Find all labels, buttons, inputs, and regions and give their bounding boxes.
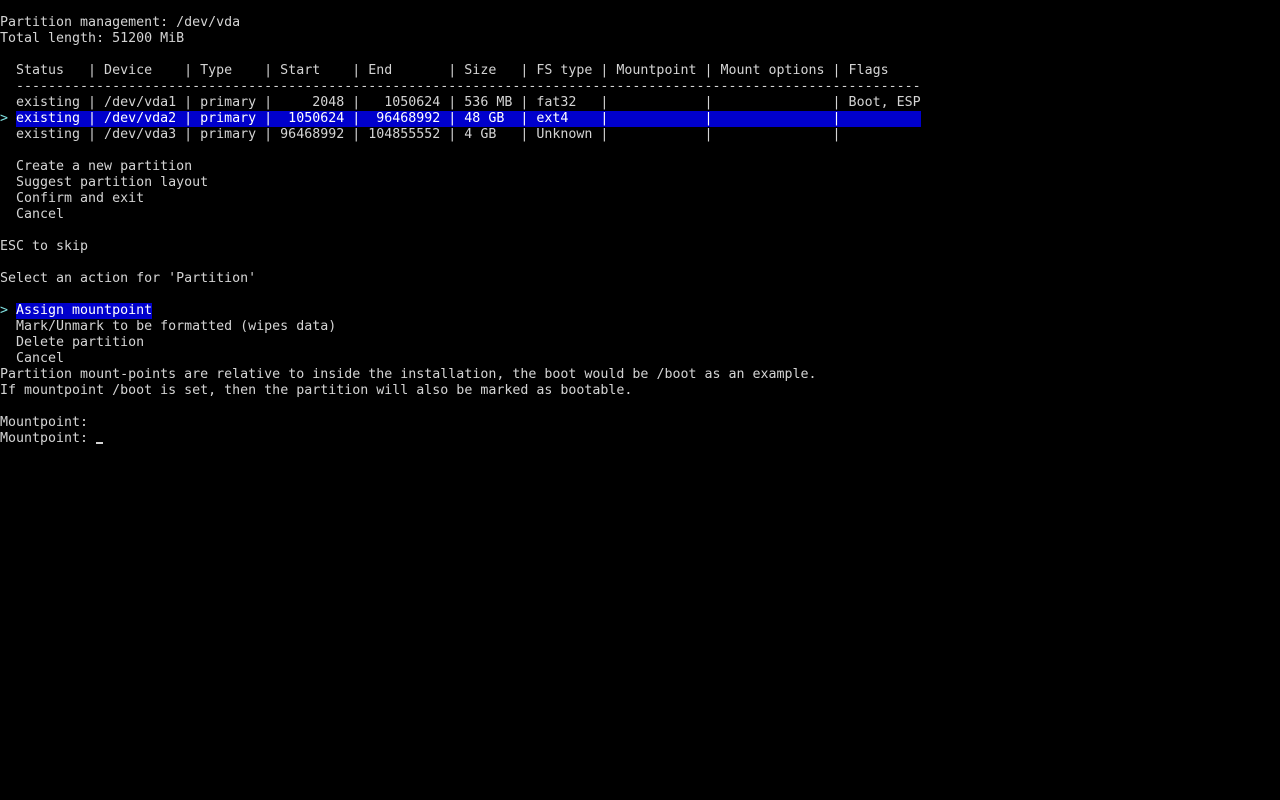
action-assign-mountpoint[interactable]: > Assign mountpoint (0, 303, 1280, 319)
action-label: Assign mountpoint (16, 303, 153, 319)
terminal-screen: Partition management: /dev/vda Total len… (0, 0, 1280, 800)
table-row-text: existing | /dev/vda3 | primary | 9646899… (16, 127, 841, 142)
text-cursor-icon (96, 442, 104, 444)
action-delete-partition[interactable]: Delete partition (0, 335, 1280, 351)
mountpoint-label: Mountpoint: (0, 431, 97, 446)
row-pointer-icon: > (0, 111, 9, 126)
action-cancel[interactable]: Cancel (0, 351, 1280, 367)
table-row-vda3[interactable]: existing | /dev/vda3 | primary | 9646899… (0, 127, 1280, 143)
info-line-2: If mountpoint /boot is set, then the par… (0, 383, 633, 398)
action-mark-format[interactable]: Mark/Unmark to be formatted (wipes data) (0, 319, 1280, 335)
table-separator: ----------------------------------------… (0, 79, 1280, 95)
action-prompt: Select an action for 'Partition' (0, 271, 257, 286)
page-title: Partition management: /dev/vda (0, 15, 241, 30)
menu-cancel[interactable]: Cancel (0, 207, 1280, 223)
table-row-vda1[interactable]: existing | /dev/vda1 | primary | 2048 | … (0, 95, 1280, 111)
action-pointer-icon: > (0, 303, 9, 318)
table-header: Status | Device | Type | Start | End | S… (0, 63, 1280, 79)
mountpoint-label-previous: Mountpoint: (0, 415, 89, 430)
row-pointer (0, 95, 16, 111)
row-pointer (0, 127, 16, 143)
menu-confirm-exit[interactable]: Confirm and exit (0, 191, 1280, 207)
esc-hint: ESC to skip (0, 239, 89, 254)
info-line-1: Partition mount-points are relative to i… (0, 367, 817, 382)
mountpoint-input-line[interactable]: Mountpoint: (0, 431, 1280, 447)
total-length: Total length: 51200 MiB (0, 31, 185, 46)
menu-create-partition[interactable]: Create a new partition (0, 159, 1280, 175)
menu-suggest-layout[interactable]: Suggest partition layout (0, 175, 1280, 191)
table-row-text: existing | /dev/vda2 | primary | 1050624… (16, 111, 921, 127)
table-separator-line: ----------------------------------------… (16, 79, 921, 94)
table-row-text: existing | /dev/vda1 | primary | 2048 | … (16, 95, 921, 110)
table-row-vda2[interactable]: > existing | /dev/vda2 | primary | 10506… (0, 111, 1280, 127)
table-header-text: Status | Device | Type | Start | End | S… (16, 63, 889, 78)
